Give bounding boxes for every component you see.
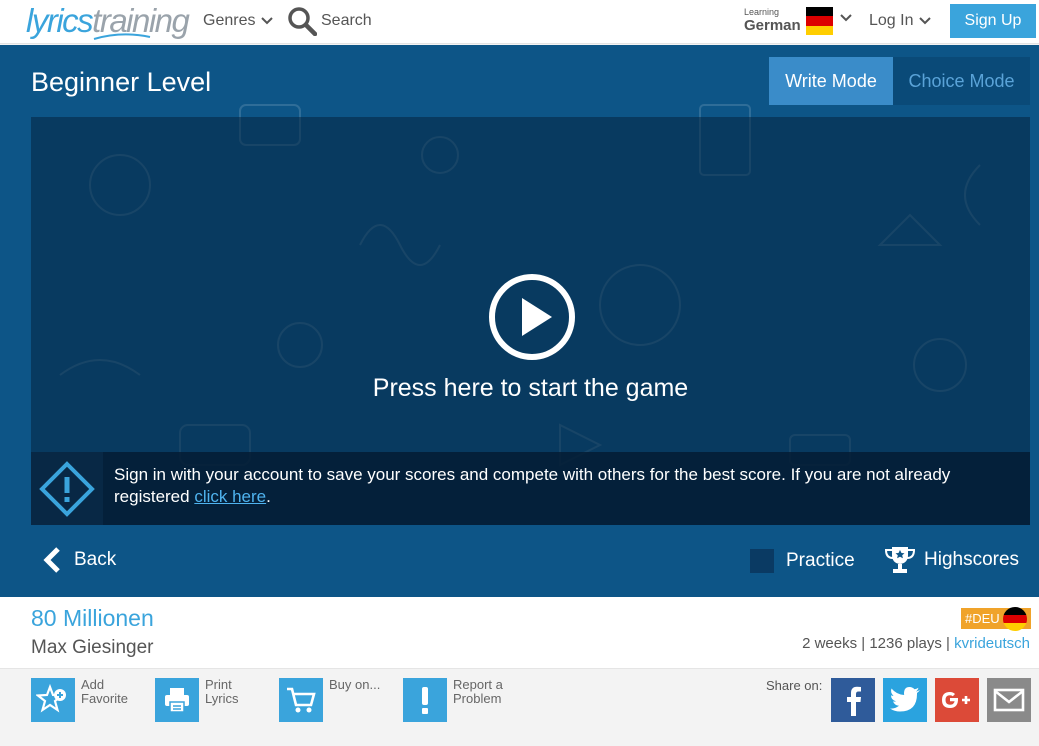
level-title: Beginner Level — [31, 67, 212, 97]
google-plus-share-button[interactable] — [935, 678, 979, 722]
printer-icon — [155, 678, 199, 722]
song-title[interactable]: 80 Millionen — [31, 605, 154, 632]
search-icon — [288, 7, 317, 36]
report-problem-button[interactable]: Report a Problem — [403, 678, 503, 722]
chevron-down-icon — [919, 17, 932, 25]
google-plus-icon — [942, 692, 970, 708]
highscores-button[interactable]: Highscores — [884, 545, 1019, 575]
germany-flag-icon — [1003, 607, 1027, 631]
back-button[interactable]: Back — [42, 546, 116, 574]
facebook-icon — [847, 686, 861, 716]
action-bar: Add Favorite Print Lyrics Buy on... Report… — [0, 670, 1039, 746]
genres-menu[interactable]: Genres — [203, 12, 274, 30]
practice-checkbox[interactable] — [750, 549, 774, 573]
top-navbar: lyricstraining Genres Search Learning Ge… — [0, 0, 1039, 44]
trophy-icon — [884, 547, 916, 573]
uploader-link[interactable]: kvrideutsch — [954, 635, 1030, 652]
print-lyrics-button[interactable]: Print Lyrics — [155, 678, 238, 722]
song-artist[interactable]: Max Giesinger — [31, 637, 154, 659]
login-menu[interactable]: Log In — [869, 12, 932, 30]
buy-on-button[interactable]: Buy on... — [279, 678, 380, 722]
notice-icon-box — [31, 452, 103, 525]
song-meta: 2 weeks | 1236 plays | kvrideutsch — [802, 635, 1030, 652]
search-button[interactable]: Search — [287, 6, 372, 36]
logo-swoosh-icon — [93, 33, 151, 40]
twitter-share-button[interactable] — [883, 678, 927, 722]
login-label: Log In — [869, 12, 914, 29]
register-link[interactable]: click here — [194, 487, 266, 506]
signin-notice: Sign in with your account to save your s… — [31, 452, 1030, 525]
share-label: Share on: — [766, 678, 823, 693]
game-panel: Beginner Level Write Mode Choice Mode Pr… — [0, 45, 1039, 597]
signup-button[interactable]: Sign Up — [950, 4, 1036, 38]
notice-text: Sign in with your account to save your s… — [114, 465, 951, 506]
genres-label: Genres — [203, 12, 256, 29]
search-label: Search — [321, 12, 372, 29]
chevron-left-icon — [43, 547, 60, 573]
facebook-share-button[interactable] — [831, 678, 875, 722]
star-plus-icon — [31, 678, 75, 722]
learning-language[interactable]: Learning German — [744, 7, 801, 35]
add-favorite-button[interactable]: Add Favorite — [31, 678, 128, 722]
chevron-down-icon — [261, 17, 274, 25]
email-share-button[interactable] — [987, 678, 1031, 722]
write-mode-tab[interactable]: Write Mode — [769, 57, 893, 105]
choice-mode-tab[interactable]: Choice Mode — [893, 57, 1030, 105]
song-info: 80 Millionen Max Giesinger #DEU 2 weeks … — [0, 597, 1039, 669]
cart-icon — [279, 678, 323, 722]
play-circle-icon — [489, 274, 575, 360]
language-chevron-down-icon[interactable] — [840, 14, 852, 22]
start-game-text: Press here to start the game — [372, 374, 689, 402]
exclamation-icon — [403, 678, 447, 722]
practice-toggle[interactable]: Practice — [750, 549, 855, 573]
twitter-icon — [890, 687, 920, 712]
exclamation-diamond-icon — [39, 461, 95, 517]
germany-flag-icon[interactable] — [806, 7, 833, 35]
envelope-icon — [993, 688, 1025, 712]
